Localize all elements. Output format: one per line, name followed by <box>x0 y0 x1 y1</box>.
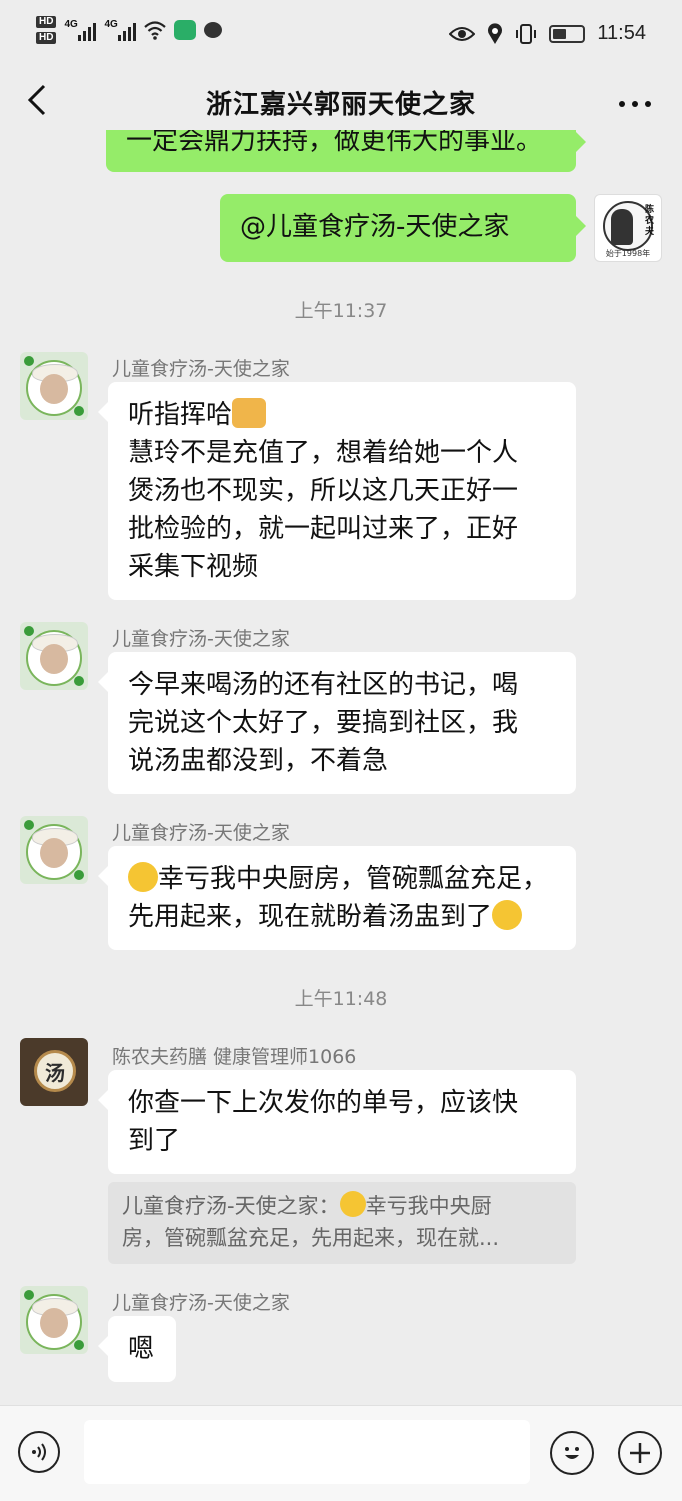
avatar[interactable] <box>20 816 88 884</box>
status-bar: HD HD 4G 4G 11:54 <box>0 0 682 70</box>
avatar[interactable] <box>20 622 88 690</box>
wechat-icon <box>174 20 197 40</box>
message-bubble[interactable]: 听指挥哈 慧玲不是充值了，想着给她一个人 煲汤也不现实，所以这几天正好一 批检验… <box>98 382 576 600</box>
timestamp: 上午11:37 <box>294 300 388 322</box>
battery-icon <box>549 24 586 43</box>
input-bar <box>0 1405 682 1501</box>
sender-name: 儿童食疗汤-天使之家 <box>112 1292 290 1314</box>
plus-button[interactable] <box>618 1431 662 1475</box>
location-icon <box>488 22 503 44</box>
status-right: 11:54 <box>449 22 646 45</box>
clock: 11:54 <box>597 22 646 44</box>
more-icon <box>619 101 651 107</box>
hd-icon: HD HD <box>36 16 57 44</box>
message-bubble[interactable]: 幸亏我中央厨房，管碗瓢盆充足， 先用起来，现在就盼着汤盅到了 <box>98 846 576 950</box>
sender-name: 儿童食疗汤-天使之家 <box>112 628 290 650</box>
message-bubble-partial[interactable]: 一定会鼎力扶持，做更伟大的事业。 <box>106 130 586 172</box>
sender-name: 儿童食疗汤-天使之家 <box>112 822 290 844</box>
handshake-emoji-icon <box>232 398 267 428</box>
chat-title: 浙江嘉兴郭丽天使之家 <box>205 90 476 120</box>
wifi-icon <box>144 21 167 40</box>
avatar[interactable] <box>20 1286 88 1354</box>
nav-bar: 浙江嘉兴郭丽天使之家 <box>0 70 682 130</box>
eye-icon <box>449 26 476 41</box>
status-left: HD HD 4G 4G <box>36 16 223 44</box>
vibrate-icon <box>516 23 537 44</box>
my-avatar[interactable]: 陈农夫 始于1998年 <box>594 194 662 262</box>
emoji-button[interactable] <box>550 1431 594 1475</box>
voice-icon <box>32 1443 46 1461</box>
signal-icon: 4G <box>104 19 137 41</box>
crying-emoji-icon <box>339 1191 366 1217</box>
message-input[interactable] <box>84 1420 530 1484</box>
quoted-message[interactable]: 儿童食疗汤-天使之家： 幸亏我中央厨 房，管碗瓢盆充足，先用起来，现在就... <box>108 1182 576 1264</box>
message-icon <box>204 22 223 38</box>
chat-area[interactable]: 一定会鼎力扶持，做更伟大的事业。 @儿童食疗汤-天使之家 陈农夫 始于1998年… <box>0 130 682 1405</box>
sender-name: 陈农夫药膳 健康管理师1066 <box>112 1046 357 1068</box>
crying-emoji-icon <box>128 862 158 892</box>
signal-icon: 4G <box>64 19 97 41</box>
sender-name: 儿童食疗汤-天使之家 <box>112 358 290 380</box>
avatar[interactable] <box>20 352 88 420</box>
grin-emoji-icon <box>492 900 523 930</box>
timestamp: 上午11:48 <box>294 988 388 1010</box>
emoji-icon <box>565 1447 579 1459</box>
message-bubble[interactable]: 嗯 <box>98 1316 176 1382</box>
avatar[interactable]: 汤 <box>20 1038 88 1106</box>
message-bubble-mine[interactable]: @儿童食疗汤-天使之家 <box>220 194 586 262</box>
message-bubble[interactable]: 你查一下上次发你的单号，应该快 到了 <box>98 1070 576 1174</box>
plus-icon <box>630 1443 650 1463</box>
voice-button[interactable] <box>18 1431 60 1473</box>
message-bubble[interactable]: 今早来喝汤的还有社区的书记，喝 完说这个太好了，要搞到社区，我 说汤盅都没到，不… <box>98 652 576 794</box>
more-button[interactable] <box>618 82 652 117</box>
